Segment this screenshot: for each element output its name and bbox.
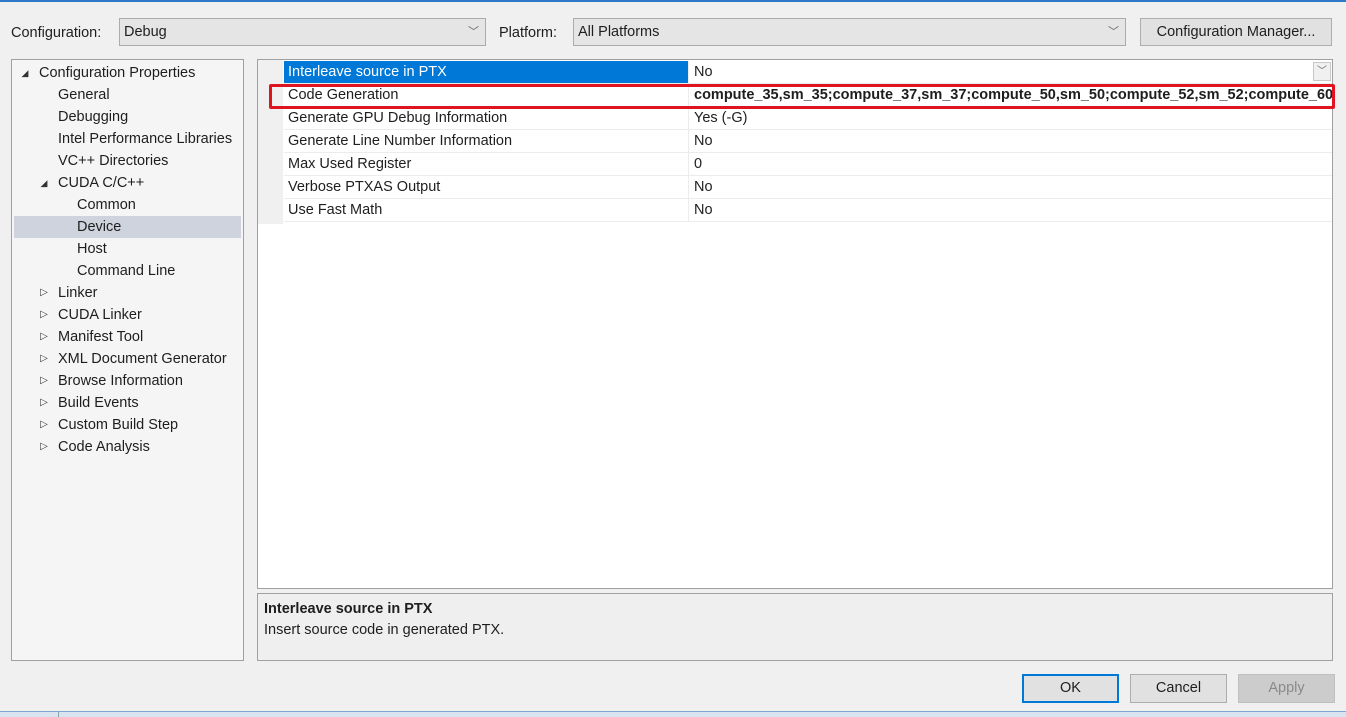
property-row[interactable]: Generate GPU Debug Information Yes (-G): [284, 107, 1332, 130]
property-value[interactable]: No: [690, 130, 1332, 152]
configuration-dropdown[interactable]: Debug ﹀: [119, 18, 486, 46]
property-value[interactable]: No: [690, 176, 1332, 198]
property-row[interactable]: Interleave source in PTX No ﹀: [284, 61, 1332, 84]
collapsed-arrow-icon[interactable]: ▷: [38, 414, 50, 436]
tree-item-label: Code Analysis: [58, 439, 150, 455]
property-name[interactable]: Generate Line Number Information: [284, 130, 689, 152]
expanded-arrow-icon[interactable]: ◢: [38, 172, 50, 194]
tree-item[interactable]: ▷ XML Document Generator: [14, 348, 241, 370]
tree-item[interactable]: ▷ Custom Build Step: [14, 414, 241, 436]
tree-item-label: Configuration Properties: [39, 65, 196, 81]
platform-label: Platform:: [499, 25, 558, 41]
tree-item-label: XML Document Generator: [58, 351, 227, 367]
tree-item-label: Host: [77, 241, 107, 257]
configuration-value: Debug: [124, 24, 167, 40]
description-title: Interleave source in PTX: [264, 601, 433, 617]
collapsed-arrow-icon[interactable]: ▷: [38, 326, 50, 348]
property-tree[interactable]: ◢ Configuration Properties General Debuggin…: [11, 59, 244, 661]
tree-item[interactable]: ▷ Browse Information: [14, 370, 241, 392]
tree-item[interactable]: Common: [14, 194, 241, 216]
cancel-button[interactable]: Cancel: [1130, 674, 1227, 703]
property-row[interactable]: Max Used Register 0: [284, 153, 1332, 176]
property-value[interactable]: No: [690, 61, 1332, 83]
window-top-border: [0, 0, 1346, 2]
configuration-label: Configuration:: [11, 25, 102, 41]
tree-item-label: Custom Build Step: [58, 417, 179, 433]
tree-item-label: Linker: [58, 285, 98, 301]
tree-item[interactable]: Intel Performance Libraries: [14, 128, 241, 150]
tree-item[interactable]: ▷ Manifest Tool: [14, 326, 241, 348]
property-row[interactable]: Generate Line Number Information No: [284, 130, 1332, 153]
expanded-arrow-icon[interactable]: ◢: [19, 62, 31, 84]
ok-button[interactable]: OK: [1022, 674, 1119, 703]
tree-item-label: Command Line: [77, 263, 176, 279]
apply-button[interactable]: Apply: [1238, 674, 1335, 703]
tree-item-label: Browse Information: [58, 373, 183, 389]
collapsed-arrow-icon[interactable]: ▷: [38, 282, 50, 304]
tree-item[interactable]: Debugging: [14, 106, 241, 128]
tree-item[interactable]: Command Line: [14, 260, 241, 282]
tree-item[interactable]: ▷ Build Events: [14, 392, 241, 414]
platform-dropdown[interactable]: All Platforms ﹀: [573, 18, 1126, 46]
tree-item[interactable]: VC++ Directories: [14, 150, 241, 172]
description-text: Insert source code in generated PTX.: [264, 622, 505, 638]
taskbar-strip: [0, 711, 1346, 717]
tree-item[interactable]: ▷ CUDA Linker: [14, 304, 241, 326]
property-grid[interactable]: Interleave source in PTX No ﹀ Code Generati…: [257, 59, 1333, 589]
collapsed-arrow-icon[interactable]: ▷: [38, 304, 50, 326]
tree-item[interactable]: Host: [14, 238, 241, 260]
tree-item-label: CUDA Linker: [58, 307, 142, 323]
tree-item-label: Intel Performance Libraries: [58, 131, 233, 147]
property-value[interactable]: Yes (-G): [690, 107, 1332, 129]
property-name[interactable]: Generate GPU Debug Information: [284, 107, 689, 129]
description-panel: Interleave source in PTX Insert source c…: [257, 593, 1333, 661]
tree-item-label: Device: [77, 219, 122, 235]
property-name[interactable]: Use Fast Math: [284, 199, 689, 221]
tree-item-label: Build Events: [58, 395, 139, 411]
chevron-down-icon: ﹀: [468, 26, 479, 38]
tree-item[interactable]: ◢ CUDA C/C++: [14, 172, 241, 194]
property-name[interactable]: Code Generation: [284, 84, 689, 106]
property-value[interactable]: No: [690, 199, 1332, 221]
tree-item-label: Common: [77, 197, 136, 213]
configuration-manager-button[interactable]: Configuration Manager...: [1140, 18, 1332, 46]
grid-gutter: [258, 60, 283, 224]
property-name[interactable]: Verbose PTXAS Output: [284, 176, 689, 198]
collapsed-arrow-icon[interactable]: ▷: [38, 392, 50, 414]
collapsed-arrow-icon[interactable]: ▷: [38, 370, 50, 392]
tree-item-label: General: [58, 87, 110, 103]
tree-item[interactable]: ◢ Configuration Properties: [14, 62, 241, 84]
collapsed-arrow-icon[interactable]: ▷: [38, 436, 50, 458]
property-row[interactable]: Code Generation compute_35,sm_35;compute_…: [284, 84, 1332, 107]
tree-item[interactable]: ▷ Linker: [14, 282, 241, 304]
property-name[interactable]: Max Used Register: [284, 153, 689, 175]
chevron-down-icon[interactable]: ﹀: [1313, 62, 1331, 81]
platform-value: All Platforms: [578, 24, 660, 40]
tree-item[interactable]: ▷ Code Analysis: [14, 436, 241, 458]
tree-item-label: CUDA C/C++: [58, 175, 145, 191]
collapsed-arrow-icon[interactable]: ▷: [38, 348, 50, 370]
tree-item[interactable]: Device: [14, 216, 241, 238]
property-value[interactable]: 0: [690, 153, 1332, 175]
property-value[interactable]: compute_35,sm_35;compute_37,sm_37;comput…: [690, 84, 1332, 106]
tree-item-label: Manifest Tool: [58, 329, 144, 345]
property-name[interactable]: Interleave source in PTX: [284, 61, 689, 83]
tree-item-label: VC++ Directories: [58, 153, 169, 169]
property-row[interactable]: Verbose PTXAS Output No: [284, 176, 1332, 199]
property-row[interactable]: Use Fast Math No: [284, 199, 1332, 222]
chevron-down-icon: ﹀: [1108, 26, 1119, 38]
tree-item[interactable]: General: [14, 84, 241, 106]
tree-item-label: Debugging: [58, 109, 129, 125]
